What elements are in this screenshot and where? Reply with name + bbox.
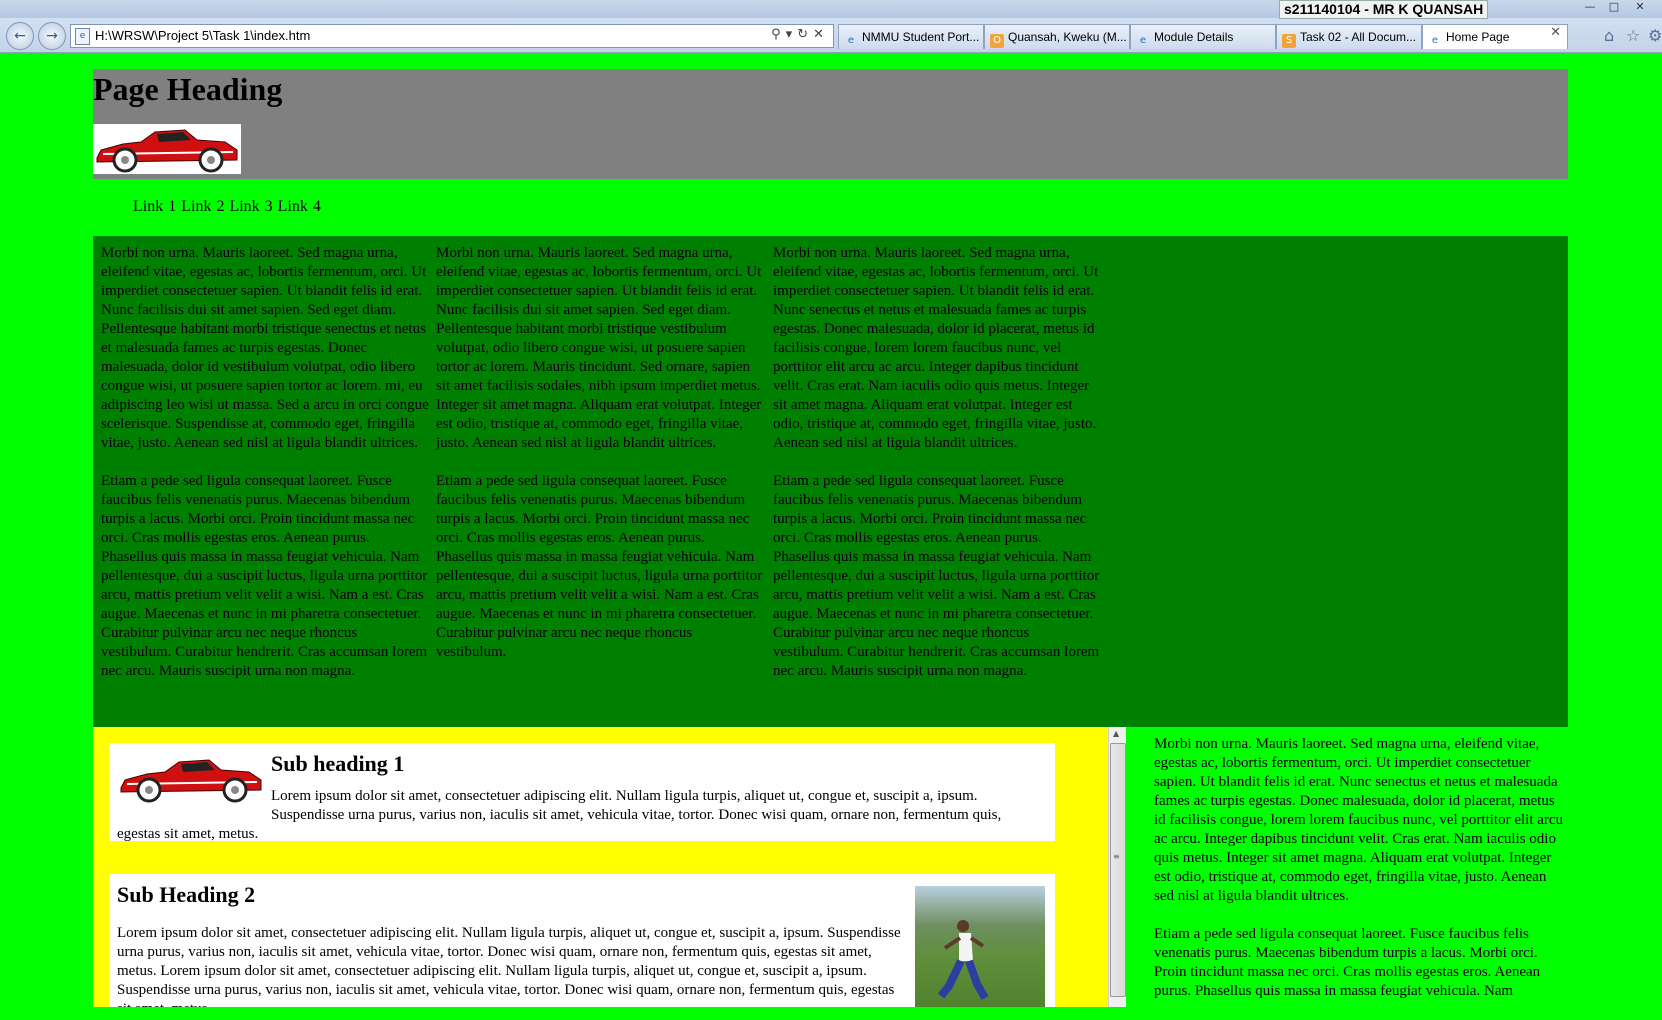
column-2-paragraph-2: Etiam a pede sed ligula consequat laoree… — [436, 473, 763, 660]
gear-icon[interactable]: ⚙ — [1648, 26, 1662, 45]
page-icon: e — [75, 28, 90, 45]
minimize-icon[interactable]: — — [1580, 0, 1600, 14]
column-2: Morbi non urna. Mauris laoreet. Sed magn… — [436, 244, 764, 681]
sidebar-paragraph-1: Morbi non urna. Mauris laoreet. Sed magn… — [1154, 736, 1564, 904]
refresh-icon[interactable]: ↻ — [797, 27, 813, 42]
user-badge: s211140104 - MR K QUANSAH — [1279, 0, 1489, 19]
car-icon — [120, 759, 262, 803]
column-3-paragraph-2: Etiam a pede sed ligula consequat laoree… — [773, 473, 1100, 679]
column-2-paragraph-1: Morbi non urna. Mauris laoreet. Sed magn… — [436, 245, 762, 451]
stop-icon[interactable]: ✕ — [813, 27, 829, 42]
address-bar[interactable]: e H:\WRSW\Project 5\Task 1\index.htm ⚲▾↻… — [70, 24, 834, 48]
sharepoint-icon: S — [1282, 34, 1296, 48]
nav-link-3[interactable]: Link 3 — [229, 198, 272, 215]
sub-heading-2: Sub Heading 2 — [117, 882, 256, 907]
sub-section-2-text: Lorem ipsum dolor sit amet, consectetuer… — [117, 925, 901, 1007]
forward-arrow-icon: → — [46, 28, 58, 44]
scroll-panel[interactable]: Sub heading 1 Lorem ipsum dolor sit amet… — [93, 727, 1125, 1007]
column-1-paragraph-1: Morbi non urna. Mauris laoreet. Sed magn… — [101, 245, 429, 451]
ie-page-icon: e — [1139, 35, 1147, 46]
main-content: Morbi non urna. Mauris laoreet. Sed magn… — [93, 236, 1568, 727]
outlook-icon: O — [990, 34, 1004, 48]
address-url[interactable]: H:\WRSW\Project 5\Task 1\index.htm — [95, 28, 310, 43]
car-thumbnail — [117, 751, 265, 813]
runner-image — [915, 886, 1045, 1007]
tab-label: Task 02 - All Docum... — [1300, 30, 1417, 44]
ie-page-icon: e — [847, 35, 855, 46]
nav-link-4[interactable]: Link 4 — [278, 198, 321, 215]
tab-nmmu[interactable]: e NMMU Student Port... — [838, 24, 984, 49]
tab-label: NMMU Student Port... — [862, 30, 980, 44]
column-3: Morbi non urna. Mauris laoreet. Sed magn… — [773, 244, 1101, 700]
browser-chrome: s211140104 - MR K QUANSAH — □ ✕ ← → e H:… — [0, 0, 1662, 53]
close-tab-icon[interactable]: ✕ — [1550, 25, 1561, 40]
scroll-thumb[interactable] — [1110, 743, 1126, 997]
car-icon — [96, 129, 238, 173]
tab-home-page[interactable]: e Home Page ✕ — [1422, 24, 1568, 49]
sub-section-1: Sub heading 1 Lorem ipsum dolor sit amet… — [109, 743, 1055, 842]
sub-section-2: Sub Heading 2 Lorem ipsum dolor sit amet… — [109, 874, 1055, 1007]
tab-module-details[interactable]: e Module Details — [1130, 24, 1276, 49]
favorites-star-icon[interactable]: ☆ — [1626, 26, 1640, 45]
page-header: Page Heading — [93, 69, 1568, 179]
sidebar-paragraph-2: Etiam a pede sed ligula consequat laoree… — [1154, 926, 1541, 999]
car-logo-image — [93, 124, 241, 174]
back-arrow-icon: ← — [14, 28, 26, 44]
vertical-scrollbar[interactable]: ▲ ≡ — [1108, 727, 1126, 1007]
ie-page-icon: e — [1431, 35, 1439, 46]
nav-links: Link 1 Link 2 Link 3 Link 4 — [133, 198, 321, 216]
scroll-up-icon[interactable]: ▲ — [1113, 729, 1119, 738]
page-title: Page Heading — [93, 71, 283, 107]
column-1: Morbi non urna. Mauris laoreet. Sed magn… — [101, 244, 429, 700]
column-3-paragraph-1: Morbi non urna. Mauris laoreet. Sed magn… — [773, 245, 1099, 451]
forward-button[interactable]: → — [38, 22, 66, 50]
tab-task02[interactable]: S Task 02 - All Docum... — [1276, 24, 1422, 49]
scroll-grip-icon: ≡ — [1113, 852, 1120, 861]
tab-label: Home Page — [1446, 30, 1510, 44]
right-sidebar: Morbi non urna. Mauris laoreet. Sed magn… — [1154, 735, 1568, 1020]
nav-link-1[interactable]: Link 1 — [133, 198, 176, 215]
maximize-icon[interactable]: □ — [1604, 0, 1624, 14]
runner-icon — [937, 920, 989, 1000]
address-tools: ⚲▾↻✕ — [771, 27, 829, 42]
tab-label: Module Details — [1154, 30, 1234, 44]
back-button[interactable]: ← — [6, 22, 34, 50]
nav-link-2[interactable]: Link 2 — [181, 198, 224, 215]
tab-outlook[interactable]: O Quansah, Kweku (M... — [984, 24, 1130, 49]
search-icon[interactable]: ⚲ — [771, 27, 786, 42]
column-1-paragraph-2: Etiam a pede sed ligula consequat laoree… — [101, 473, 428, 679]
close-window-icon[interactable]: ✕ — [1630, 0, 1650, 14]
home-icon[interactable]: ⌂ — [1604, 26, 1614, 45]
dropdown-icon[interactable]: ▾ — [786, 27, 798, 42]
tab-label: Quansah, Kweku (M... — [1008, 30, 1127, 44]
